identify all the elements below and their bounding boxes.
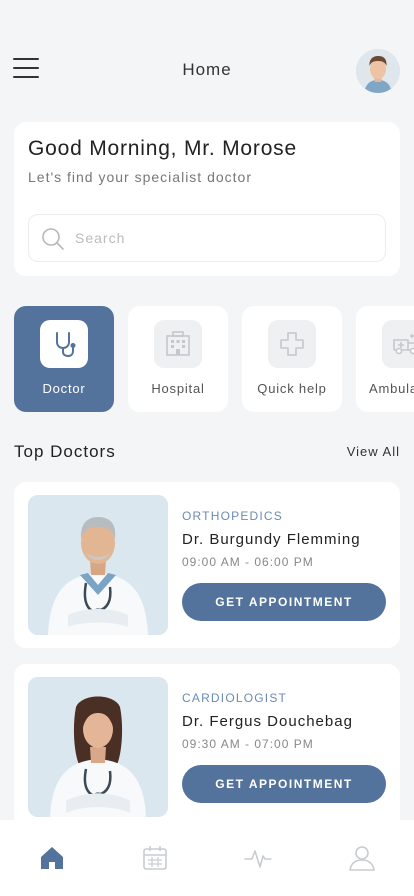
stethoscope-icon	[40, 320, 88, 368]
search-icon	[42, 228, 64, 250]
calendar-icon[interactable]	[141, 844, 169, 872]
hospital-icon	[154, 320, 202, 368]
category-label: Hospital	[151, 381, 205, 396]
bottom-tab-bar	[0, 820, 414, 896]
greeting-title: Good Morning, Mr. Morose	[28, 137, 297, 160]
doctor-photo	[28, 677, 168, 817]
doctor-name: Dr. Burgundy Flemming	[182, 531, 361, 548]
doctor-card[interactable]: ORTHOPEDICS Dr. Burgundy Flemming 09:00 …	[14, 482, 400, 648]
doctor-name: Dr. Fergus Douchebag	[182, 713, 353, 730]
search-box[interactable]	[28, 214, 386, 262]
page-title: Home	[182, 60, 232, 79]
category-hospital[interactable]: Hospital	[128, 306, 228, 412]
medical-cross-icon	[268, 320, 316, 368]
greeting-subtitle: Let's find your specialist doctor	[28, 169, 252, 185]
doctor-hours: 09:00 AM - 06:00 PM	[182, 555, 314, 569]
category-doctor[interactable]: Doctor	[14, 306, 114, 412]
greeting-card: Good Morning, Mr. Morose Let's find your…	[14, 122, 400, 276]
category-quick-help[interactable]: Quick help	[242, 306, 342, 412]
category-ambulance[interactable]: Ambula	[356, 306, 414, 412]
get-appointment-button[interactable]: GET APPOINTMENT	[182, 583, 386, 621]
avatar[interactable]	[356, 49, 400, 93]
top-bar: Home	[0, 46, 414, 96]
search-input[interactable]	[75, 215, 375, 261]
category-label: Quick help	[257, 381, 327, 396]
get-appointment-button[interactable]: GET APPOINTMENT	[182, 765, 386, 803]
view-all-link[interactable]: View All	[347, 444, 400, 459]
section-title: Top Doctors	[14, 442, 116, 461]
activity-icon[interactable]	[244, 844, 272, 872]
doctor-photo	[28, 495, 168, 635]
doctor-card[interactable]: CARDIOLOGIST Dr. Fergus Douchebag 09:30 …	[14, 664, 400, 830]
doctor-hours: 09:30 AM - 07:00 PM	[182, 737, 314, 751]
doctor-specialty: CARDIOLOGIST	[182, 691, 288, 705]
profile-icon[interactable]	[348, 844, 376, 872]
category-list: Doctor Hospital Quick help Ambula	[14, 306, 414, 412]
category-label: Ambula	[369, 381, 414, 396]
home-icon[interactable]	[38, 844, 66, 872]
doctor-specialty: ORTHOPEDICS	[182, 509, 283, 523]
ambulance-icon	[382, 320, 414, 368]
category-label: Doctor	[42, 381, 86, 396]
